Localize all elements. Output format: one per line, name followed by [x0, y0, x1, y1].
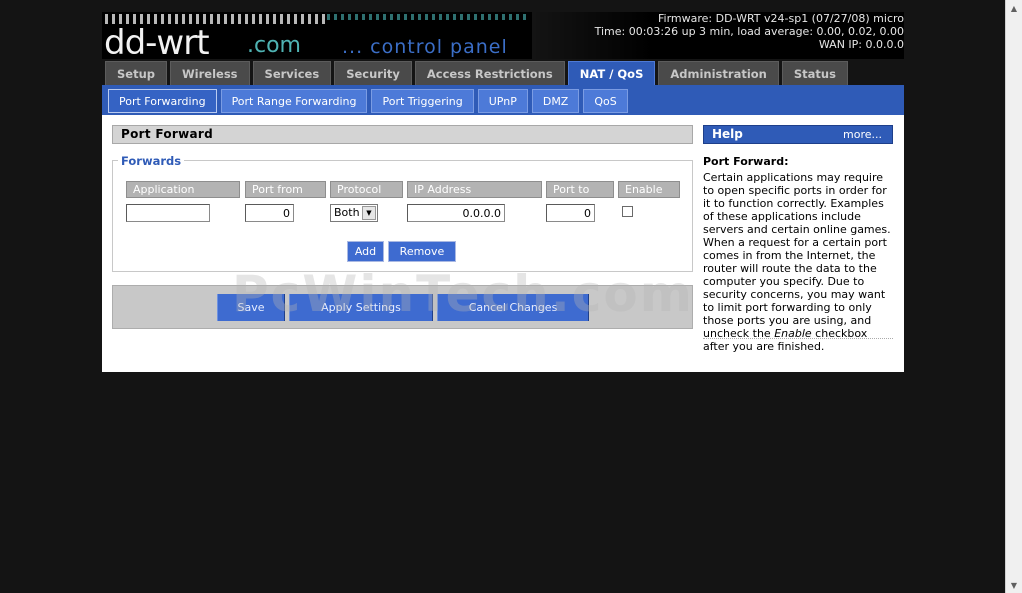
scroll-down-icon[interactable]: ▼	[1006, 577, 1022, 593]
col-header-port-from: Port from	[245, 181, 326, 198]
help-text: Certain applications may require to open…	[703, 171, 895, 353]
col-header-enable: Enable	[618, 181, 680, 198]
status-info: Firmware: DD-WRT v24-sp1 (07/27/08) micr…	[595, 12, 904, 51]
tab-access-restrictions[interactable]: Access Restrictions	[414, 61, 565, 85]
main-nav: Setup Wireless Services Security Access …	[105, 61, 848, 85]
logo-text: dd-wrt	[104, 23, 210, 63]
help-heading: Port Forward:	[703, 155, 789, 168]
wan-ip-text: WAN IP: 0.0.0.0	[818, 38, 904, 51]
fieldset-legend: Forwards	[118, 154, 185, 168]
sub-nav: Port Forwarding Port Range Forwarding Po…	[108, 89, 628, 113]
subtab-port-forwarding[interactable]: Port Forwarding	[108, 89, 217, 113]
save-button[interactable]: Save	[217, 294, 285, 321]
help-text-before: Certain applications may require to open…	[703, 171, 891, 340]
help-title: Help	[712, 127, 743, 141]
chevron-down-icon: ▼	[362, 206, 376, 220]
port-to-input[interactable]	[546, 204, 595, 222]
action-bar: Save Apply Settings Cancel Changes	[112, 285, 693, 329]
content-area: Port Forward Forwards Application Port f…	[102, 115, 904, 372]
ip-address-input[interactable]	[407, 204, 505, 222]
scroll-up-icon[interactable]: ▲	[1006, 0, 1022, 16]
subtab-upnp[interactable]: UPnP	[477, 89, 528, 113]
help-header: Help more...	[703, 125, 893, 144]
subtab-port-triggering[interactable]: Port Triggering	[371, 89, 474, 113]
tab-administration[interactable]: Administration	[658, 61, 779, 85]
apply-settings-button[interactable]: Apply Settings	[289, 294, 433, 321]
logo-dots-decoration-2	[327, 14, 527, 20]
subtab-port-range-forwarding[interactable]: Port Range Forwarding	[220, 89, 368, 113]
cancel-changes-button[interactable]: Cancel Changes	[437, 294, 589, 321]
help-more-link[interactable]: more...	[843, 126, 882, 143]
tab-wireless[interactable]: Wireless	[170, 61, 250, 85]
protocol-select[interactable]: Both ▼	[330, 204, 378, 222]
subtab-dmz[interactable]: DMZ	[531, 89, 580, 113]
vertical-scrollbar[interactable]: ▲ ▼	[1005, 0, 1022, 593]
section-title: Port Forward	[112, 125, 693, 144]
col-header-port-to: Port to	[546, 181, 614, 198]
col-header-application: Application	[126, 181, 240, 198]
remove-button[interactable]: Remove	[388, 241, 456, 262]
sub-nav-band: Port Forwarding Port Range Forwarding Po…	[102, 85, 904, 115]
enable-checkbox[interactable]	[622, 206, 633, 217]
forwards-fieldset: Forwards Application Port from Protocol …	[112, 154, 693, 272]
page-container: dd-wrt .com ... control panel Firmware: …	[102, 12, 904, 372]
application-input[interactable]	[126, 204, 210, 222]
help-divider	[703, 338, 893, 339]
subtab-qos[interactable]: QoS	[583, 89, 628, 113]
header: dd-wrt .com ... control panel Firmware: …	[102, 12, 904, 63]
firmware-text: Firmware: DD-WRT v24-sp1 (07/27/08) micr…	[657, 12, 904, 25]
tab-status[interactable]: Status	[781, 61, 848, 85]
tab-security[interactable]: Security	[334, 61, 412, 85]
col-header-protocol: Protocol	[330, 181, 403, 198]
add-button[interactable]: Add	[347, 241, 384, 262]
port-from-input[interactable]	[245, 204, 294, 222]
tab-nat-qos[interactable]: NAT / QoS	[567, 61, 656, 85]
protocol-value: Both	[334, 206, 360, 219]
logo-tagline: ... control panel	[342, 36, 508, 58]
logo-dotcom: .com	[247, 33, 301, 58]
uptime-text: Time: 00:03:26 up 3 min, load average: 0…	[594, 25, 904, 38]
col-header-ip-address: IP Address	[407, 181, 542, 198]
tab-setup[interactable]: Setup	[105, 61, 167, 85]
tab-services[interactable]: Services	[252, 61, 332, 85]
